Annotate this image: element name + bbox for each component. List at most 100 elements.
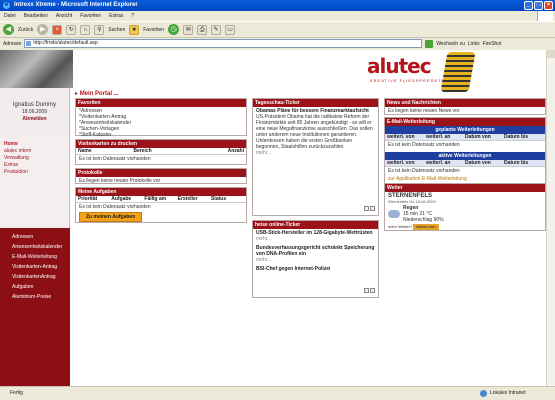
col-status: Status <box>210 196 227 202</box>
wetter-com-link[interactable]: wetter.com <box>413 224 439 230</box>
edit-icon[interactable]: ✎ <box>211 24 222 35</box>
news-empty: Es liegen keine neuen News vor <box>388 108 460 114</box>
next-icon[interactable] <box>370 206 375 211</box>
news-header: News und Nachrichten <box>385 99 545 107</box>
tagesschau-panel: Tagesschau-Ticker Obamas Pläne für besse… <box>252 98 379 216</box>
nav-visitenkarten-antrag[interactable]: Visitenkarten-Antrag <box>12 262 70 272</box>
zone-text: Lokales Intranet <box>490 390 526 396</box>
nav-verwaltung[interactable]: Verwaltung <box>4 155 69 162</box>
nav-anwesenheitskalender[interactable]: Anwesenheitskalender <box>12 242 70 252</box>
heise-item-more[interactable]: mehr... <box>256 257 375 263</box>
address-url: http://frodo/alutec/default.asp <box>33 40 98 46</box>
email-app-link[interactable]: zur Applikation E-Mail-Weiterleitung <box>385 175 545 183</box>
heise-item-title[interactable]: USB-Stick-Hersteller im 128-Gigabyte-Wet… <box>256 230 375 236</box>
status-text: Fertig <box>10 390 23 396</box>
nav-email-weiterleitung[interactable]: E-Mail-Weiterleitung <box>12 252 70 262</box>
favorites-icon[interactable]: ★ <box>129 24 140 35</box>
nav-adressen[interactable]: Adressen <box>12 232 70 242</box>
back-arrow-icon[interactable]: ◀ <box>3 24 14 35</box>
col-weiterl-von: weiterl. von <box>387 160 415 166</box>
back-button[interactable]: Zurück <box>18 27 33 33</box>
menu-help[interactable]: ? <box>131 11 134 21</box>
email-empty-active: Es ist kein Datensatz vorhanden <box>388 168 460 174</box>
intranet-globe-icon <box>480 390 487 397</box>
prev-icon[interactable] <box>364 288 369 293</box>
nav-home[interactable]: Home <box>4 141 69 148</box>
heise-panel: heise online-Ticker USB-Stick-Hersteller… <box>252 220 379 298</box>
nav-aluminium-preise[interactable]: Aluminium-Preise <box>12 292 70 302</box>
protokolle-empty: Es liegen keine neuen Protokolle vor <box>79 178 161 184</box>
col-name: Name <box>78 148 92 154</box>
left-navigation: Home alutec intern Verwaltung Extras Pro… <box>0 138 70 386</box>
aufgaben-header: Meine Aufgaben <box>76 188 246 196</box>
logout-link[interactable]: Abmelden <box>0 116 69 122</box>
col-anzahl: Anzahl <box>227 148 244 154</box>
heise-item-more[interactable]: mehr... <box>256 236 375 242</box>
protokolle-panel: Protokolle Es liegen keine neuen Protoko… <box>75 168 247 184</box>
protokolle-header: Protokolle <box>76 169 246 177</box>
next-icon[interactable] <box>370 288 375 293</box>
print-icon[interactable]: ⎙ <box>197 24 208 35</box>
secondary-navigation: Adressen Anwesenheitskalender E-Mail-Wei… <box>0 228 70 386</box>
search-button[interactable]: Suchen <box>108 27 125 33</box>
ie-icon: e <box>3 2 10 9</box>
history-icon[interactable]: ◷ <box>168 24 180 35</box>
nav-aufgaben[interactable]: Aufgaben <box>12 282 70 292</box>
menu-extras[interactable]: Extras <box>109 11 123 21</box>
scroll-up-icon[interactable] <box>547 50 555 58</box>
favorites-button[interactable]: Favoriten <box>143 27 164 33</box>
portal-title: ▸ Mein Portal ... <box>75 90 119 97</box>
status-bar: Fertig Lokales Intranet <box>0 386 555 400</box>
weather-more-label: mehr Wetter? <box>388 224 413 229</box>
nav-visitenkartenantrag[interactable]: VisitenkartenAntrag <box>12 272 70 282</box>
home-icon[interactable]: ⌂ <box>80 24 91 35</box>
maximize-button[interactable]: □ <box>534 1 543 10</box>
go-arrow-icon[interactable] <box>425 39 434 48</box>
email-empty-planned: Es ist kein Datensatz vorhanden <box>388 142 460 148</box>
rain-cloud-icon <box>388 210 400 218</box>
menu-datei[interactable]: Datei <box>4 11 16 21</box>
go-button[interactable]: Wechseln zu <box>436 41 465 47</box>
geplante-weiterleitungen-bar: geplante Weiterleitungen <box>385 126 545 134</box>
fireshot-button[interactable]: FireShot <box>483 41 502 47</box>
mail-icon[interactable]: ✉ <box>183 24 194 35</box>
close-button[interactable]: × <box>544 1 553 10</box>
nav-alutec-intern[interactable]: alutec intern <box>4 148 69 155</box>
menu-bearbeiten[interactable]: Bearbeiten <box>24 11 48 21</box>
minimize-button[interactable]: _ <box>524 1 533 10</box>
stop-icon[interactable]: × <box>52 24 63 35</box>
user-date: 18.06.2009 <box>21 109 48 115</box>
heise-item-title[interactable]: Bundesverfassungsgericht schränkt Speich… <box>256 245 375 257</box>
visitenkarten-empty: Es ist kein Datensatz vorhanden <box>79 156 151 162</box>
menu-favoriten[interactable]: Favoriten <box>80 11 101 21</box>
window-titlebar: e Intrexx Xtreme - Microsoft Internet Ex… <box>0 0 555 11</box>
nav-extras[interactable]: Extras <box>4 162 69 169</box>
toolbar: ◀ Zurück ▶ × ↻ ⌂ ⚲ Suchen ★ Favoriten ◷ … <box>0 21 555 38</box>
refresh-icon[interactable]: ↻ <box>66 24 77 35</box>
tagesschau-more-link[interactable]: mehr... <box>256 150 375 156</box>
brand-logo[interactable]: alutec <box>367 54 432 78</box>
menu-ansicht[interactable]: Ansicht <box>56 11 72 21</box>
aufgaben-empty: Es ist kein Datensatz vorhanden <box>79 204 151 210</box>
weather-rain: Niederschlag 90% <box>403 217 444 223</box>
forward-arrow-icon[interactable]: ▶ <box>37 24 49 35</box>
favoriten-panel: Favoriten *Adressen *Visitenkarten-Antra… <box>75 98 247 138</box>
user-box: Ignatius Dummy 18.06.2009 Abmelden <box>0 88 70 138</box>
windows-logo-icon <box>537 11 553 21</box>
col-prioritaet: Priorität <box>78 196 98 202</box>
page-content: alutec KREATIVE FLIESSPRESSTECHNIK Ignat… <box>0 50 546 386</box>
zu-meinen-aufgaben-button[interactable]: Zu meinen Aufgaben <box>79 212 143 222</box>
favorit-item[interactable]: *Stoff-Kataster <box>79 132 243 138</box>
visitenkarten-header: Visitenkarten zu drucken <box>76 140 246 148</box>
nav-produktion[interactable]: Produktion <box>4 169 69 176</box>
visitenkarten-panel: Visitenkarten zu drucken Name Bereich An… <box>75 139 247 165</box>
col-datum-von: Datum von <box>465 134 491 140</box>
portal-title-text: Mein Portal ... <box>79 91 119 97</box>
vertical-scrollbar[interactable] <box>546 50 555 386</box>
address-input[interactable]: http://frodo/alutec/default.asp <box>24 39 423 48</box>
links-button[interactable]: Links <box>468 41 480 47</box>
prev-icon[interactable] <box>364 206 369 211</box>
heise-item-title[interactable]: BSI-Chef gegen Internet-Polizei <box>256 266 375 272</box>
search-icon[interactable]: ⚲ <box>94 24 105 35</box>
folder-icon[interactable]: ▭ <box>225 24 236 35</box>
